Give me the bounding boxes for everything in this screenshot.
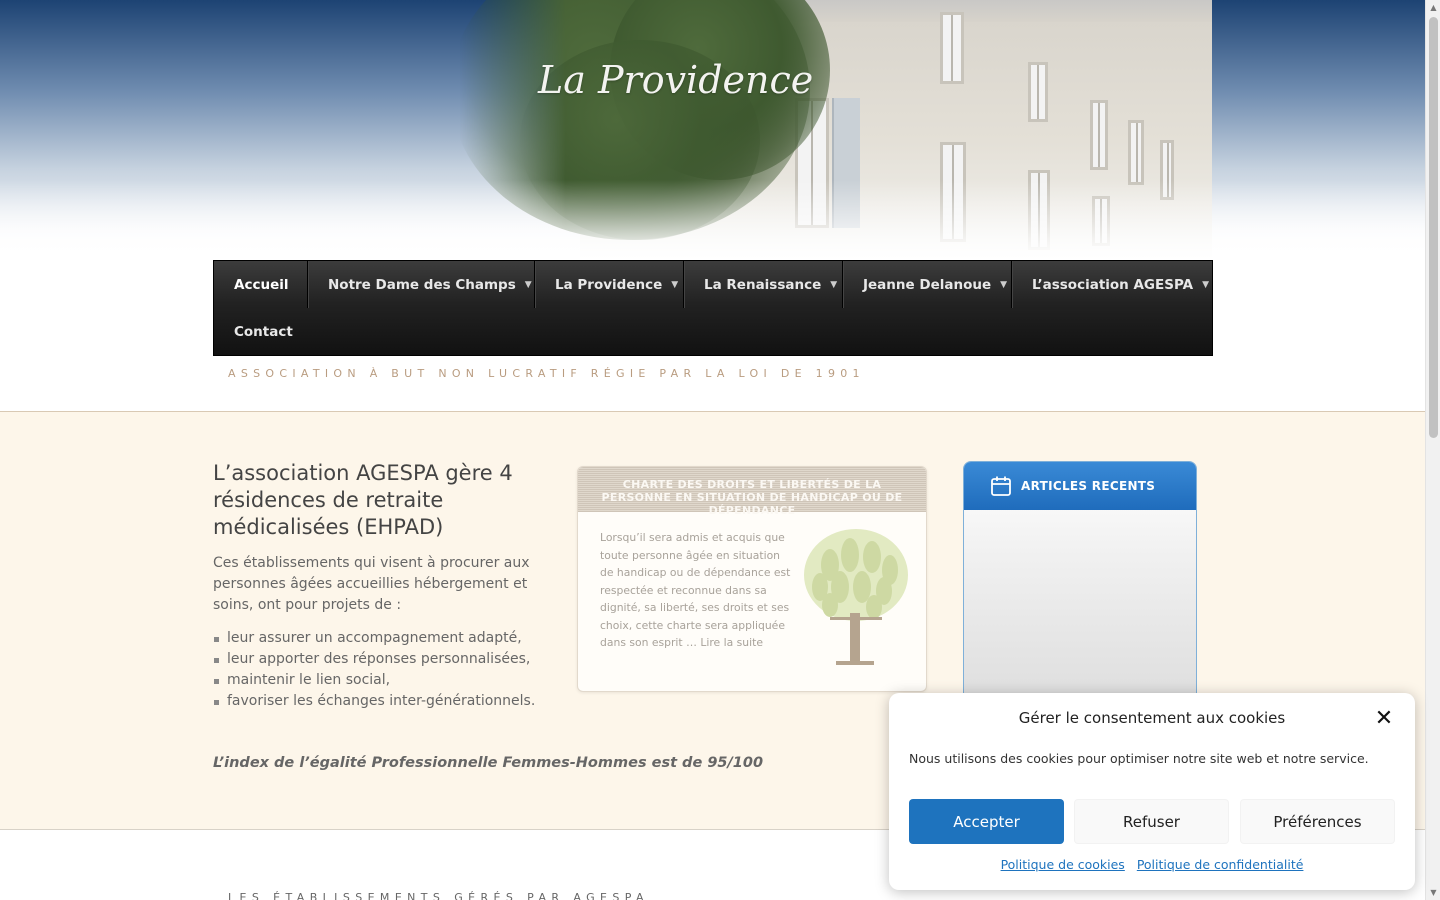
scrollbar-thumb[interactable] <box>1429 17 1438 438</box>
accept-cookies-button[interactable]: Accepter <box>909 799 1064 844</box>
nav-item-label: Jeanne Delanoue <box>863 276 992 293</box>
calendar-icon <box>991 476 1011 496</box>
cookie-consent-dialog: Gérer le consentement aux cookies ✕ Nous… <box>889 693 1415 890</box>
site-header: La Providence <box>0 0 1425 260</box>
charter-card[interactable]: CHARTE DES DROITS ET LIBERTÉS DE LA PERS… <box>577 466 927 692</box>
nav-item-la-renaissance[interactable]: La Renaissance ▼ <box>684 261 843 308</box>
site-logo[interactable]: La Providence <box>538 58 813 102</box>
refuse-cookies-button[interactable]: Refuser <box>1074 799 1229 844</box>
nav-item-accueil[interactable]: Accueil <box>214 261 308 308</box>
section-heading-establishments: LES ÉTABLISSEMENTS GÉRÉS PAR AGESPA <box>228 891 649 900</box>
cookie-dialog-message: Nous utilisons des cookies pour optimise… <box>909 751 1369 766</box>
nav-item-label: Notre Dame des Champs <box>328 276 516 293</box>
nav-item-jeanne-delanoue[interactable]: Jeanne Delanoue ▼ <box>843 261 1012 308</box>
intro-paragraph: Ces établissements qui visent à procurer… <box>213 555 530 613</box>
page-scrollbar[interactable]: ▲ ▼ <box>1425 0 1440 900</box>
cookie-policy-links: Politique de cookies Politique de confid… <box>889 857 1415 872</box>
nav-item-label: Accueil <box>234 276 289 293</box>
cookie-policy-link[interactable]: Politique de cookies <box>1001 857 1125 872</box>
cookie-preferences-button[interactable]: Préférences <box>1240 799 1395 844</box>
nav-item-notre-dame-des-champs[interactable]: Notre Dame des Champs ▼ <box>308 261 535 308</box>
site-tagline: ASSOCIATION À BUT NON LUCRATIF RÉGIE PAR… <box>228 367 865 380</box>
equality-index-text: L’index de l’égalité Professionnelle Fem… <box>213 755 764 771</box>
projects-list: leur assurer un accompagnement adapté, l… <box>213 628 543 712</box>
chevron-down-icon: ▼ <box>1202 279 1209 290</box>
page-title: L’association AGESPA gère 4 résidences d… <box>213 461 513 539</box>
list-item: maintenir le lien social, <box>213 670 543 691</box>
recent-articles-widget: ARTICLES RECENTS <box>963 461 1197 701</box>
main-navigation: Accueil Notre Dame des Champs ▼ La Provi… <box>213 260 1213 356</box>
widget-title: ARTICLES RECENTS <box>1021 479 1156 493</box>
chevron-down-icon: ▼ <box>524 279 532 290</box>
scroll-up-arrow-icon[interactable]: ▲ <box>1426 0 1440 15</box>
chevron-down-icon: ▼ <box>830 279 838 290</box>
nav-item-label: La Renaissance <box>704 276 822 293</box>
charter-card-heading: CHARTE DES DROITS ET LIBERTÉS DE LA PERS… <box>578 467 926 517</box>
scroll-down-arrow-icon[interactable]: ▼ <box>1426 885 1440 900</box>
nav-item-label: La Providence <box>555 276 663 293</box>
privacy-policy-link[interactable]: Politique de confidentialité <box>1137 857 1304 872</box>
close-icon[interactable]: ✕ <box>1373 708 1395 730</box>
nav-item-label: L’association AGESPA <box>1032 276 1194 293</box>
tree-illustration-icon <box>804 529 908 665</box>
nav-item-label: Contact <box>234 323 293 340</box>
cookie-dialog-title: Gérer le consentement aux cookies <box>1018 709 1286 727</box>
nav-item-association-agespa[interactable]: L’association AGESPA ▼ <box>1012 261 1212 308</box>
chevron-down-icon: ▼ <box>671 279 679 290</box>
list-item: leur apporter des réponses personnalisée… <box>213 649 543 670</box>
charter-card-text: Lorsqu’il sera admis et acquis que toute… <box>600 531 791 649</box>
nav-item-la-providence[interactable]: La Providence ▼ <box>535 261 684 308</box>
list-item: favoriser les échanges inter-générationn… <box>213 691 543 712</box>
nav-item-contact[interactable]: Contact <box>214 308 314 355</box>
list-item: leur assurer un accompagnement adapté, <box>213 628 543 649</box>
chevron-down-icon: ▼ <box>1000 279 1008 290</box>
widget-header: ARTICLES RECENTS <box>964 462 1196 510</box>
